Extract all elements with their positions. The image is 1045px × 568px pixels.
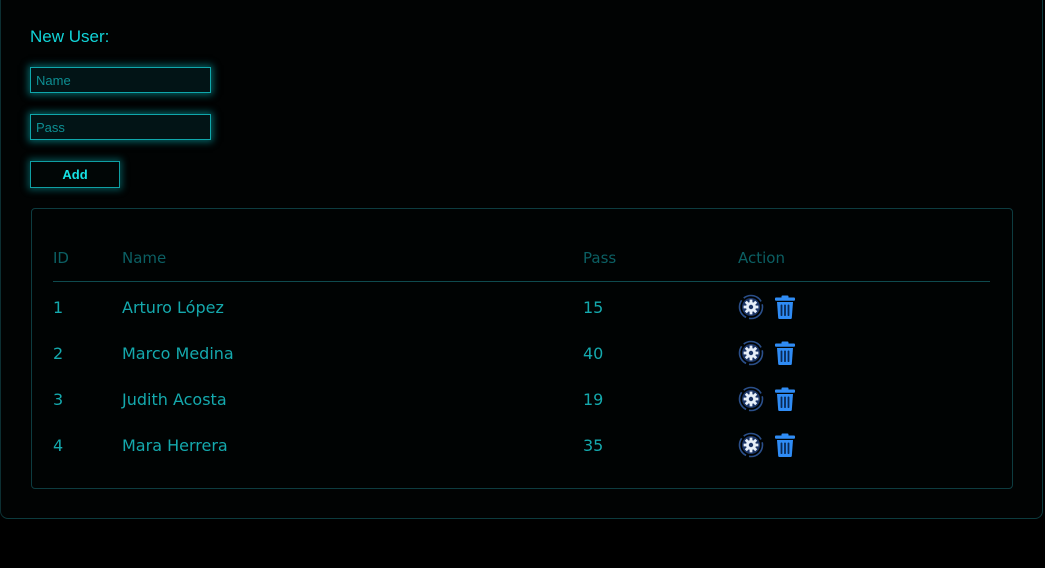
header-name: Name	[122, 235, 583, 282]
cell-name: Judith Acosta	[122, 389, 227, 409]
cell-pass: 40	[583, 343, 604, 363]
header-action: Action	[738, 235, 990, 282]
settings-icon[interactable]	[738, 386, 764, 412]
trash-icon[interactable]	[772, 294, 798, 320]
table-row: 4 Mara Herrera 35	[53, 422, 990, 468]
table-row: 1 Arturo López 15	[53, 282, 990, 331]
cell-id: 4	[53, 435, 64, 455]
trash-icon[interactable]	[772, 432, 798, 458]
users-table: ID Name Pass Action 1 Arturo López 15 2 …	[53, 235, 990, 468]
cell-id: 3	[53, 389, 64, 409]
cell-id: 2	[53, 343, 64, 363]
cell-action	[738, 330, 990, 376]
header-id: ID	[53, 235, 122, 282]
cell-action	[738, 422, 990, 468]
table-row: 3 Judith Acosta 19	[53, 376, 990, 422]
form-title: New User:	[30, 27, 110, 46]
cell-pass: 15	[583, 297, 604, 317]
pass-input[interactable]	[30, 114, 211, 140]
cell-action	[738, 376, 990, 422]
users-table-container: ID Name Pass Action 1 Arturo López 15 2 …	[31, 208, 1013, 489]
table-header-row: ID Name Pass Action	[53, 235, 990, 282]
cell-name: Marco Medina	[122, 343, 234, 363]
cell-pass: 35	[583, 435, 604, 455]
app-panel: New User: Add ID Name Pass Action 1 Artu…	[0, 0, 1043, 519]
cell-name: Arturo López	[122, 297, 224, 317]
cell-pass: 19	[583, 389, 604, 409]
add-button[interactable]: Add	[30, 161, 120, 188]
table-row: 2 Marco Medina 40	[53, 330, 990, 376]
cell-name: Mara Herrera	[122, 435, 228, 455]
trash-icon[interactable]	[772, 340, 798, 366]
header-pass: Pass	[583, 235, 738, 282]
settings-icon[interactable]	[738, 294, 764, 320]
settings-icon[interactable]	[738, 340, 764, 366]
trash-icon[interactable]	[772, 386, 798, 412]
cell-id: 1	[53, 297, 64, 317]
settings-icon[interactable]	[738, 432, 764, 458]
cell-action	[738, 282, 990, 331]
name-input[interactable]	[30, 67, 211, 93]
